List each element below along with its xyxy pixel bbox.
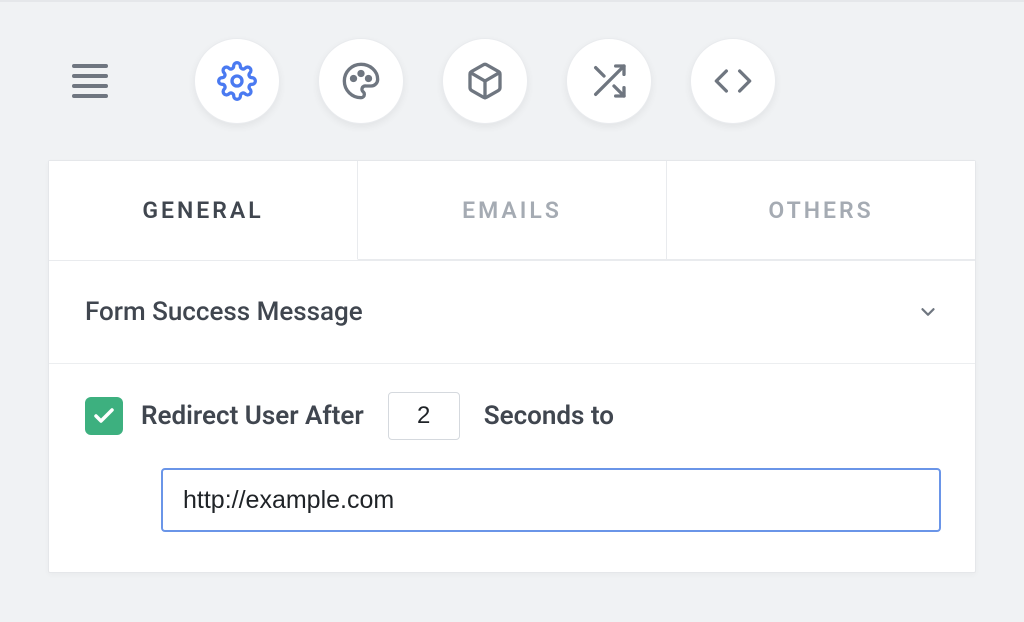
section-body: Redirect User After Seconds to <box>49 364 975 572</box>
tab-general[interactable]: GENERAL <box>49 161 358 260</box>
redirect-url-input[interactable] <box>161 468 941 532</box>
gear-icon <box>217 61 257 101</box>
tab-bar: GENERAL EMAILS OTHERS <box>49 161 975 261</box>
appearance-button[interactable] <box>318 38 404 124</box>
redirect-row: Redirect User After Seconds to <box>85 392 939 440</box>
tab-emails[interactable]: EMAILS <box>358 161 667 260</box>
palette-icon <box>341 61 381 101</box>
redirect-checkbox[interactable] <box>85 397 123 435</box>
top-toolbar <box>0 2 1024 160</box>
menu-icon[interactable] <box>72 64 108 98</box>
chevron-down-icon <box>917 301 939 323</box>
redirect-label-after: Seconds to <box>484 401 614 431</box>
code-icon <box>713 61 753 101</box>
settings-panel: GENERAL EMAILS OTHERS Form Success Messa… <box>48 160 976 573</box>
section-toggle-form-success[interactable]: Form Success Message <box>49 261 975 364</box>
section-title: Form Success Message <box>85 297 363 327</box>
redirect-seconds-input[interactable] <box>388 392 460 440</box>
settings-button[interactable] <box>194 38 280 124</box>
redirect-label-before: Redirect User After <box>141 401 364 431</box>
code-button[interactable] <box>690 38 776 124</box>
check-icon <box>92 404 116 428</box>
integrations-button[interactable] <box>442 38 528 124</box>
cube-icon <box>465 61 505 101</box>
shuffle-button[interactable] <box>566 38 652 124</box>
shuffle-icon <box>589 61 629 101</box>
tab-others[interactable]: OTHERS <box>667 161 975 260</box>
